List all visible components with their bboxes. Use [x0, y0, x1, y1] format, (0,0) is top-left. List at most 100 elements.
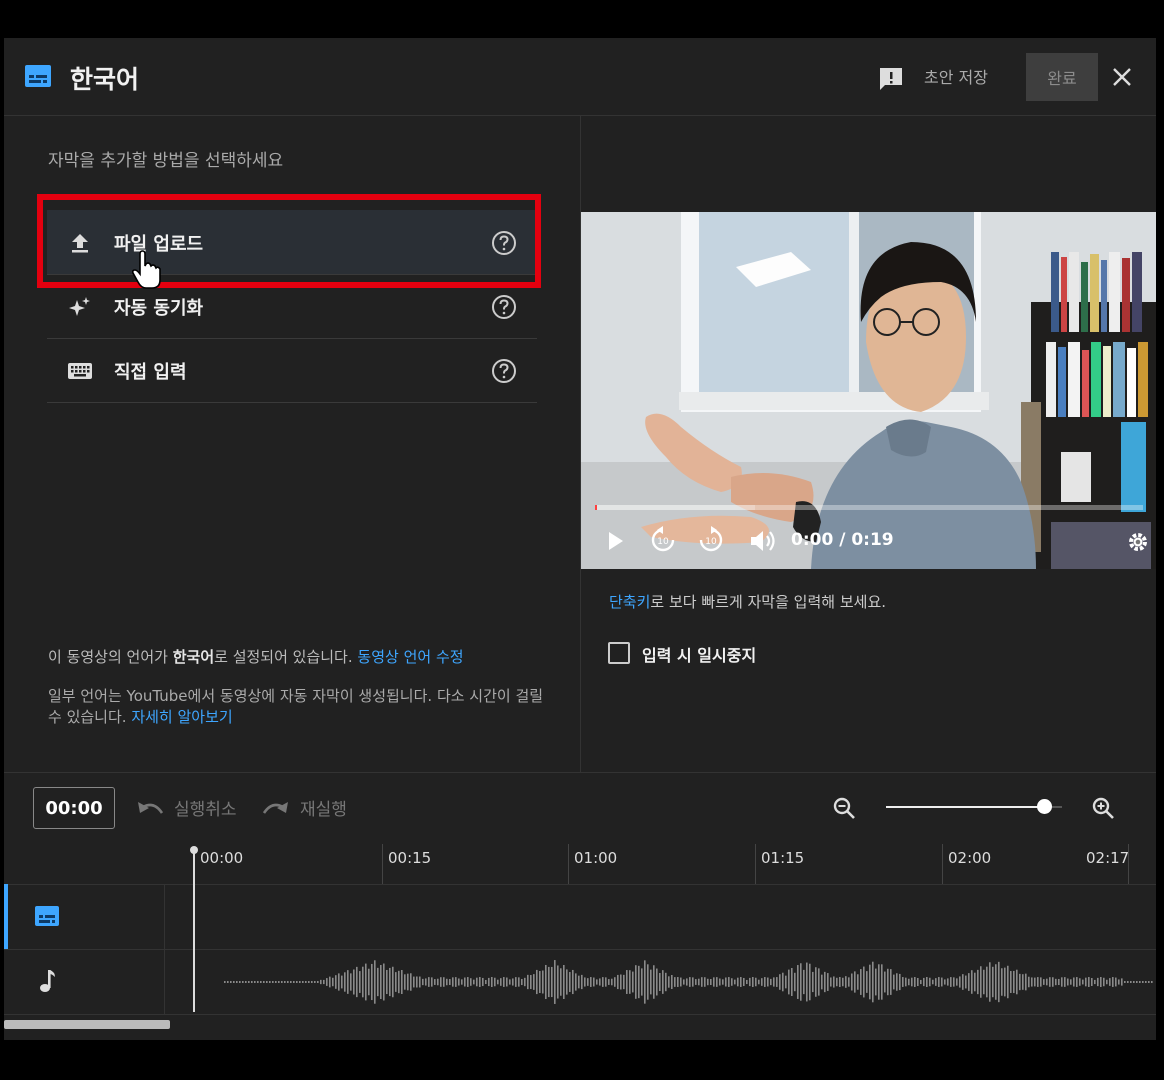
waveform-bar: [260, 981, 262, 983]
waveform-bar: [782, 972, 784, 992]
waveform-bar: [1013, 970, 1015, 994]
waveform-bar: [689, 977, 691, 987]
waveform-bar: [422, 978, 424, 986]
tick-line: [942, 844, 943, 884]
waveform-bar: [842, 977, 844, 987]
redo-icon[interactable]: [262, 799, 290, 817]
waveform-bar: [317, 981, 319, 983]
waveform-bar: [1142, 981, 1144, 983]
waveform-bar: [509, 979, 511, 985]
waveform-bar: [548, 966, 550, 998]
waveform-bar: [866, 971, 868, 993]
waveform-bar: [977, 969, 979, 995]
waveform-bar: [713, 977, 715, 987]
zoom-slider-thumb[interactable]: [1037, 799, 1053, 814]
waveform-bar: [1028, 976, 1030, 988]
save-draft-button[interactable]: 초안 저장: [924, 64, 988, 88]
waveform-bar: [455, 977, 457, 987]
waveform-bar: [863, 966, 865, 998]
waveform-bar: [1043, 979, 1045, 985]
waveform-bar: [1064, 977, 1066, 987]
waveform-bar: [311, 981, 313, 983]
timeline-ruler[interactable]: 00:00 00:15 01:00 01:15 02:00 02:17: [4, 844, 1156, 885]
waveform-bar: [989, 962, 991, 1002]
waveform-bar: [242, 981, 244, 983]
waveform-bar: [872, 961, 874, 1003]
waveform-bar: [314, 981, 316, 983]
timeline-scrollbar[interactable]: [4, 1020, 170, 1029]
settings-icon[interactable]: [1127, 531, 1149, 553]
tick-label: 02:17: [1086, 849, 1130, 867]
zoom-in-icon[interactable]: [1091, 796, 1115, 820]
tick-line: [755, 844, 756, 884]
waveform-bar: [821, 974, 823, 990]
waveform-bar: [629, 970, 631, 994]
waveform-bar: [743, 977, 745, 987]
waveform-bar: [1058, 978, 1060, 986]
waveform-bar: [695, 979, 697, 985]
waveform-bar: [575, 973, 577, 991]
waveform-bar: [1124, 981, 1126, 983]
svg-text:10: 10: [705, 537, 717, 547]
waveform-bar: [239, 981, 241, 983]
waveform-bar: [419, 976, 421, 988]
waveform-bar: [869, 964, 871, 1000]
subtitle-track[interactable]: [4, 884, 1156, 950]
volume-icon[interactable]: [749, 529, 777, 553]
waveform-bar: [374, 960, 376, 1004]
edit-video-language-link[interactable]: 동영상 언어 수정: [357, 648, 463, 666]
waveform-bar: [704, 977, 706, 987]
current-time-input[interactable]: 00:00: [33, 787, 115, 829]
undo-button[interactable]: 실행취소: [174, 795, 237, 820]
waveform-bar: [917, 977, 919, 987]
help-icon[interactable]: [491, 358, 517, 384]
waveform-bar: [878, 964, 880, 1000]
learn-more-link[interactable]: 자세히 알아보기: [131, 708, 232, 726]
waveform-bar: [1010, 971, 1012, 993]
waveform-bar: [755, 977, 757, 987]
waveform-bar: [599, 978, 601, 986]
zoom-out-icon[interactable]: [832, 796, 856, 820]
play-icon[interactable]: [607, 530, 625, 552]
help-icon[interactable]: [491, 294, 517, 320]
waveform-bar: [224, 981, 226, 983]
waveform-bar: [797, 965, 799, 999]
waveform-bar: [854, 971, 856, 993]
waveform-bar: [464, 977, 466, 987]
video-player[interactable]: 10 10 0:00 / 0:19: [581, 212, 1156, 569]
waveform-bar: [710, 978, 712, 986]
waveform-bar: [353, 969, 355, 995]
manual-input-option[interactable]: 직접 입력: [47, 338, 537, 403]
waveform-bar: [1067, 978, 1069, 986]
language-name: 한국어: [172, 648, 215, 666]
pause-while-typing-checkbox[interactable]: [608, 642, 630, 664]
waveform-bar: [395, 972, 397, 992]
waveform-bar: [1016, 969, 1018, 995]
waveform-bar: [848, 977, 850, 987]
waveform-bar: [1133, 981, 1135, 983]
tick-label: 01:15: [761, 849, 805, 867]
close-icon[interactable]: [1112, 67, 1132, 87]
forward-10-icon[interactable]: 10: [697, 526, 725, 554]
waveform-bar: [605, 977, 607, 987]
waveform-bar: [479, 977, 481, 987]
shortcut-link[interactable]: 단축키: [609, 593, 650, 611]
rewind-10-icon[interactable]: 10: [649, 526, 677, 554]
waveform-bar: [236, 981, 238, 983]
playhead[interactable]: [193, 850, 195, 1012]
audio-track[interactable]: [4, 949, 1156, 1015]
waveform-bar: [767, 977, 769, 987]
redo-button[interactable]: 재실행: [300, 795, 347, 820]
waveform-bar: [284, 981, 286, 983]
waveform-bar: [494, 977, 496, 987]
waveform-bar: [1112, 977, 1114, 987]
feedback-icon[interactable]: [878, 66, 904, 92]
waveform-bar: [587, 978, 589, 986]
waveform-bar: [1070, 979, 1072, 985]
done-button[interactable]: 완료: [1026, 53, 1098, 101]
waveform-bar: [1100, 977, 1102, 987]
undo-icon[interactable]: [136, 799, 164, 817]
waveform-bar: [527, 974, 529, 990]
waveform-bar: [446, 978, 448, 986]
waveform-bar: [362, 966, 364, 998]
